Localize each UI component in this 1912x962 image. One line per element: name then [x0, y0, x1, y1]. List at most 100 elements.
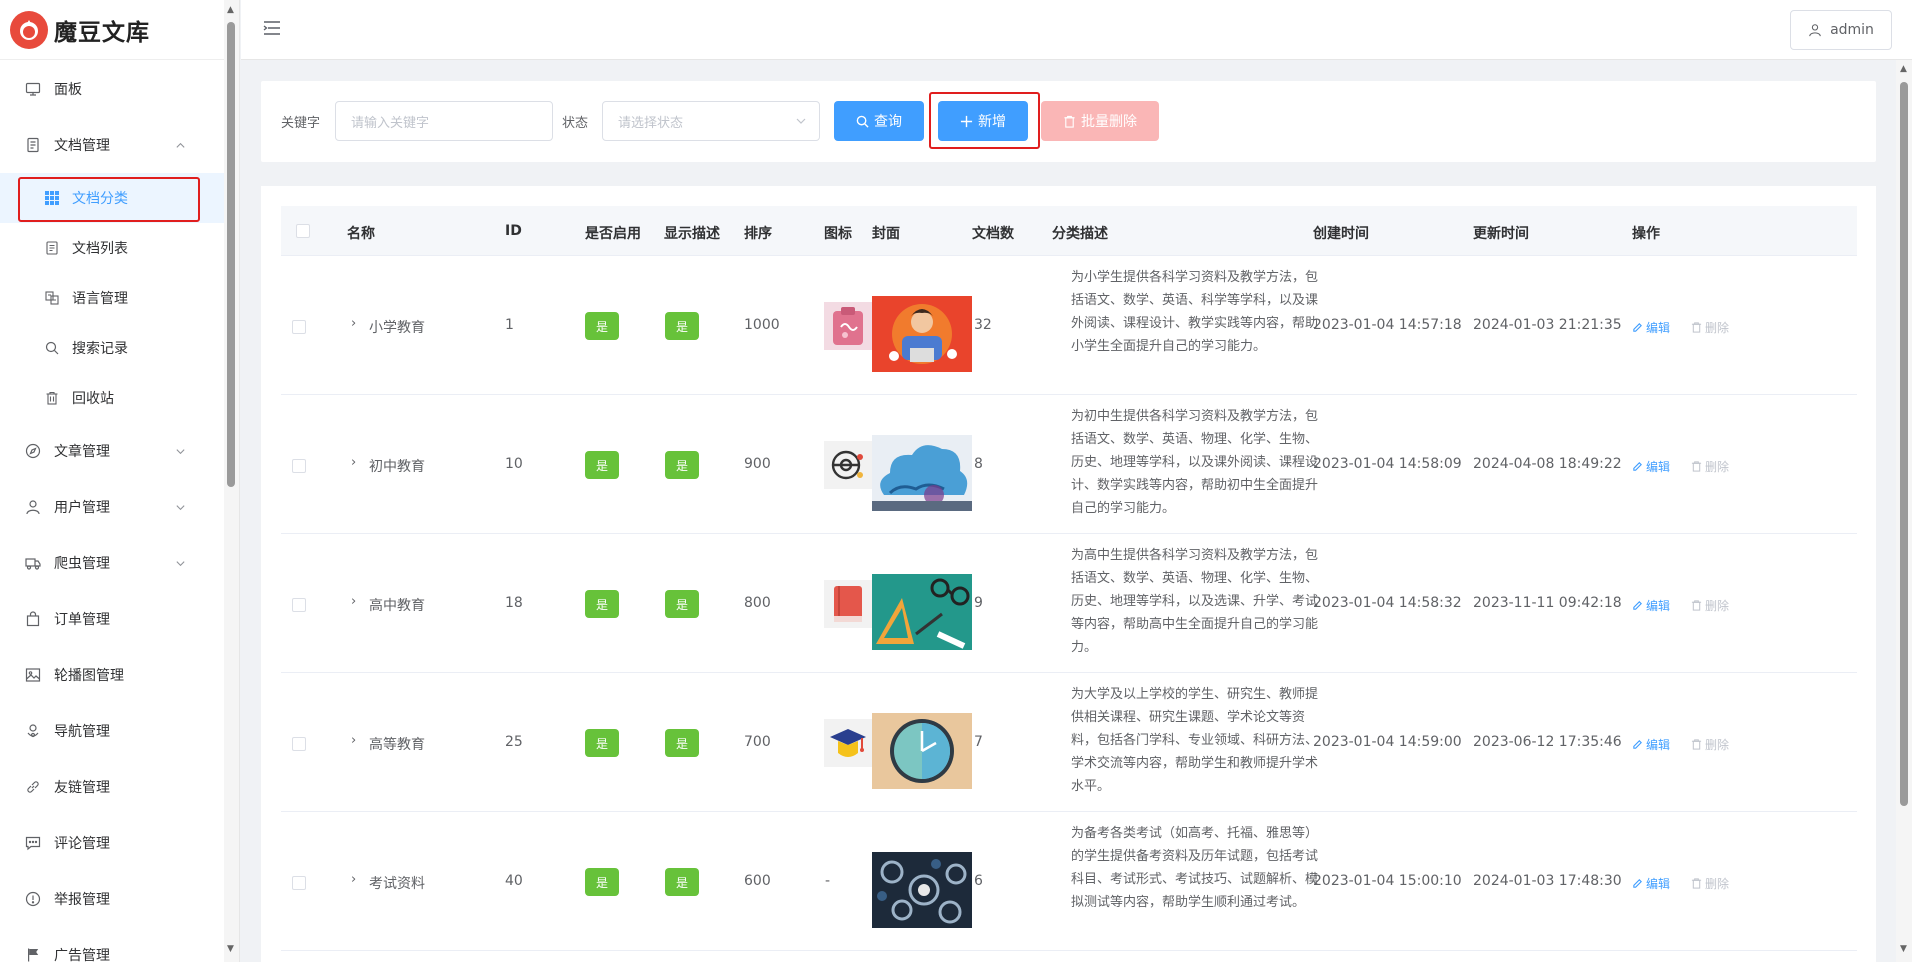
enabled-tag: 是: [585, 868, 619, 896]
sidebar-item-dashboard[interactable]: 面板: [0, 61, 224, 117]
expand-chevron-icon[interactable]: ›: [351, 872, 356, 887]
picture-icon: [24, 666, 42, 684]
select-all-checkbox[interactable]: [296, 224, 310, 238]
hamburger-icon[interactable]: [263, 20, 281, 40]
edit-button[interactable]: 编辑: [1632, 319, 1670, 336]
delete-button[interactable]: 删除: [1691, 875, 1729, 892]
sidebar: 魔豆文库 面板 文档管理 文档分类 文档列表 语言管理 搜索记录 回收站 文章管…: [0, 0, 240, 962]
edit-button[interactable]: 编辑: [1632, 597, 1670, 614]
atom-icon[interactable]: [824, 441, 872, 489]
column-header: 创建时间: [1313, 226, 1369, 242]
sidebar-subitem-search-log[interactable]: 搜索记录: [0, 323, 224, 373]
show-desc-tag: 是: [665, 729, 699, 757]
clipboard-icon[interactable]: [824, 302, 872, 350]
sidebar-item-label: 文章管理: [54, 444, 110, 460]
delete-button[interactable]: 删除: [1691, 736, 1729, 753]
category-name: 考试资料: [369, 876, 425, 892]
sidebar-item-comments[interactable]: 评论管理: [0, 815, 224, 871]
delete-button[interactable]: 删除: [1691, 458, 1729, 475]
cover-image[interactable]: [872, 713, 972, 789]
cover-image[interactable]: [872, 574, 972, 650]
show-desc-tag: 是: [665, 312, 699, 340]
category-description: 为小学生提供各科学习资料及教学方法，包括语文、数学、英语、科学等学科，以及课外阅…: [1071, 270, 1319, 354]
sidebar-item-label: 友链管理: [54, 780, 110, 796]
sort-value: 700: [744, 734, 771, 750]
row-checkbox[interactable]: [292, 876, 306, 890]
batch-delete-button[interactable]: 批量删除: [1041, 101, 1159, 141]
sidebar-item-ads[interactable]: 广告管理: [0, 927, 224, 962]
scroll-down-icon[interactable]: ▼: [227, 944, 234, 954]
icon-placeholder: -: [825, 873, 831, 889]
search-icon: [856, 115, 869, 128]
sidebar-item-orders[interactable]: 订单管理: [0, 591, 224, 647]
trash-icon: [1691, 600, 1702, 611]
add-button[interactable]: 新增: [938, 101, 1028, 141]
category-description: 为高中生提供各科学习资料及教学方法，包括语文、数学、英语、物理、化学、生物、历史…: [1071, 548, 1319, 655]
user-menu-button[interactable]: admin: [1790, 10, 1892, 50]
edit-button[interactable]: 编辑: [1632, 736, 1670, 753]
edit-button[interactable]: 编辑: [1632, 458, 1670, 475]
sidebar-item-documents[interactable]: 文档管理: [0, 117, 224, 173]
delete-button[interactable]: 删除: [1691, 597, 1729, 614]
scroll-up-icon[interactable]: ▲: [227, 5, 234, 15]
sidebar-item-carousel[interactable]: 轮播图管理: [0, 647, 224, 703]
sidebar-scrollbar-thumb[interactable]: [227, 22, 235, 487]
sidebar-subitem-doc-list[interactable]: 文档列表: [0, 223, 224, 273]
doc-count: 9: [974, 595, 983, 611]
category-name: 高等教育: [369, 737, 425, 753]
show-desc-tag: 是: [665, 590, 699, 618]
enabled-tag: 是: [585, 451, 619, 479]
updated-time: 2024-01-03 17:48:30: [1473, 873, 1622, 889]
sidebar-item-articles[interactable]: 文章管理: [0, 423, 224, 479]
cover-image[interactable]: [872, 296, 972, 372]
expand-chevron-icon[interactable]: ›: [351, 594, 356, 609]
add-button-label: 新增: [978, 114, 1006, 130]
flag-icon: [24, 946, 42, 962]
sidebar-item-label: 评论管理: [54, 836, 110, 852]
scroll-up-icon[interactable]: ▲: [1900, 64, 1907, 74]
sidebar-subitem-doc-category[interactable]: 文档分类: [0, 173, 224, 223]
sidebar-item-label: 文档管理: [54, 138, 110, 154]
top-header: admin: [241, 0, 1912, 60]
sidebar-item-reports[interactable]: 举报管理: [0, 871, 224, 927]
column-header: 是否启用: [585, 226, 641, 242]
book-icon[interactable]: [824, 580, 872, 628]
delete-button[interactable]: 删除: [1691, 319, 1729, 336]
row-checkbox[interactable]: [292, 320, 306, 334]
edit-icon: [1633, 323, 1642, 332]
truck-icon: [24, 554, 42, 572]
column-header: 排序: [744, 226, 772, 242]
app-title: 魔豆文库: [54, 19, 150, 46]
list-icon: [44, 240, 60, 256]
logo[interactable]: 魔豆文库: [0, 0, 239, 60]
cover-image[interactable]: [872, 435, 972, 511]
row-checkbox[interactable]: [292, 459, 306, 473]
row-checkbox[interactable]: [292, 737, 306, 751]
search-icon: [44, 340, 60, 356]
main-scrollbar-thumb[interactable]: [1900, 82, 1908, 806]
enabled-tag: 是: [585, 729, 619, 757]
expand-chevron-icon[interactable]: ›: [351, 733, 356, 748]
sidebar-item-navigation[interactable]: 导航管理: [0, 703, 224, 759]
sidebar-item-users[interactable]: 用户管理: [0, 479, 224, 535]
updated-time: 2024-01-03 21:21:35: [1473, 317, 1622, 333]
expand-chevron-icon[interactable]: ›: [351, 316, 356, 331]
cover-image[interactable]: [872, 852, 972, 928]
sidebar-item-label: 举报管理: [54, 892, 110, 908]
query-button[interactable]: 查询: [834, 101, 924, 141]
sidebar-subitem-language[interactable]: 语言管理: [0, 273, 224, 323]
scroll-down-icon[interactable]: ▼: [1900, 944, 1907, 954]
sidebar-subitem-recycle-bin[interactable]: 回收站: [0, 373, 224, 423]
sidebar-item-friend-links[interactable]: 友链管理: [0, 759, 224, 815]
sidebar-item-crawler[interactable]: 爬虫管理: [0, 535, 224, 591]
updated-time: 2024-04-08 18:49:22: [1473, 456, 1622, 472]
edit-button[interactable]: 编辑: [1632, 875, 1670, 892]
keyword-input[interactable]: 请输入关键字: [335, 101, 553, 141]
trash-icon: [1691, 461, 1702, 472]
graduation-cap-icon[interactable]: [824, 719, 872, 767]
expand-chevron-icon[interactable]: ›: [351, 455, 356, 470]
edit-label: 编辑: [1646, 599, 1671, 613]
row-checkbox[interactable]: [292, 598, 306, 612]
sidebar-subitem-label: 文档分类: [72, 191, 128, 207]
status-select[interactable]: 请选择状态: [602, 101, 820, 141]
